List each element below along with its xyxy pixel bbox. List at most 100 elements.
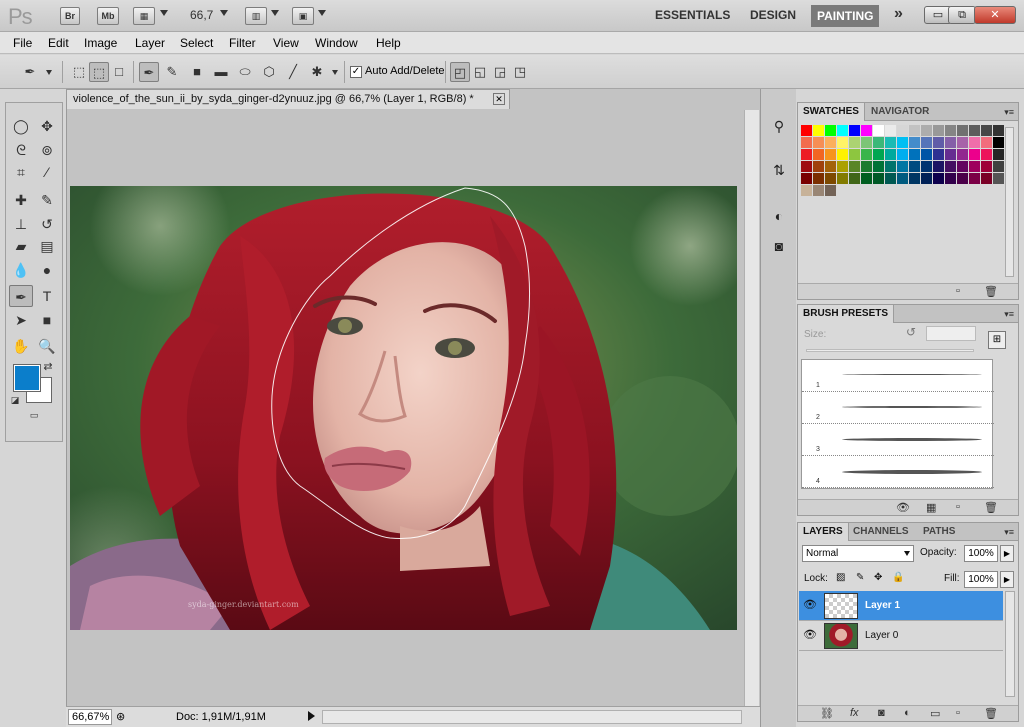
color-swatch[interactable] <box>813 137 824 148</box>
color-swatch[interactable] <box>897 125 908 136</box>
color-swatch[interactable] <box>981 137 992 148</box>
type-tool-icon[interactable]: T <box>35 285 59 307</box>
tab-navigator[interactable]: NAVIGATOR <box>866 103 934 121</box>
more-workspaces-icon[interactable]: » <box>894 5 903 23</box>
menu-help[interactable]: Help <box>376 36 401 50</box>
color-swatch[interactable] <box>993 173 1004 184</box>
foreground-color-swatch[interactable] <box>13 364 41 392</box>
screen-mode-button[interactable]: ▣ <box>292 7 314 25</box>
status-zoom-field[interactable]: 66,67% <box>68 709 112 725</box>
arrange-documents-button[interactable]: ▥ <box>245 7 267 25</box>
color-swatch[interactable] <box>945 137 956 148</box>
brush-preset-item[interactable]: 4 <box>802 456 994 488</box>
color-swatch[interactable] <box>909 149 920 160</box>
color-swatch[interactable] <box>993 149 1004 160</box>
tab-brush-presets[interactable]: BRUSH PRESETS <box>798 305 895 323</box>
color-swatch[interactable] <box>825 185 836 196</box>
blur-tool-icon[interactable]: 💧 <box>9 259 33 281</box>
color-swatch[interactable] <box>885 137 896 148</box>
color-swatch[interactable] <box>933 173 944 184</box>
color-swatch[interactable] <box>969 149 980 160</box>
rectangle-shape-icon[interactable]: ■ <box>187 62 207 82</box>
color-swatch[interactable] <box>873 161 884 172</box>
color-swatch[interactable] <box>885 149 896 160</box>
vertical-scrollbar[interactable] <box>744 110 759 706</box>
bridge-button[interactable]: Br <box>60 7 80 25</box>
panel-menu-icon[interactable]: ▾≡ <box>1004 309 1014 320</box>
color-swatch[interactable] <box>957 173 968 184</box>
toggle-visibility-icon[interactable]: 👁 <box>896 501 910 514</box>
crop-tool-icon[interactable]: ⌗ <box>9 161 33 183</box>
layer-effects-icon[interactable]: fx <box>850 707 859 719</box>
menu-filter[interactable]: Filter <box>229 36 256 50</box>
freeform-pen-icon[interactable]: ✎ <box>162 62 182 82</box>
color-swatch[interactable] <box>909 161 920 172</box>
document-tab[interactable]: violence_of_the_sun_ii_by_syda_ginger-d2… <box>66 89 510 109</box>
color-swatch[interactable] <box>825 149 836 160</box>
view-extras-button[interactable]: ▦ <box>133 7 155 25</box>
eyedropper-tool-icon[interactable]: ⁄ <box>35 161 59 183</box>
color-swatch[interactable] <box>885 125 896 136</box>
color-swatch[interactable] <box>861 173 872 184</box>
restore-button[interactable]: ⧉ <box>948 6 976 24</box>
color-swatch[interactable] <box>969 173 980 184</box>
color-swatch[interactable] <box>921 125 932 136</box>
hand-tool-icon[interactable]: ✋ <box>9 335 33 357</box>
color-swatch[interactable] <box>897 137 908 148</box>
exclude-path-icon[interactable]: ◳ <box>510 62 530 82</box>
color-swatch[interactable] <box>813 161 824 172</box>
pen-tool-icon[interactable]: ✒ <box>139 62 159 82</box>
color-swatch[interactable] <box>825 137 836 148</box>
brush-size-input[interactable] <box>926 326 976 341</box>
color-swatch[interactable] <box>945 125 956 136</box>
custom-shape-icon[interactable]: ✱ <box>307 62 327 82</box>
color-swatch[interactable] <box>849 149 860 160</box>
color-swatch[interactable] <box>885 173 896 184</box>
default-colors-icon[interactable]: ◪ <box>8 393 22 407</box>
shape-layers-icon[interactable]: ⬚ <box>69 62 89 82</box>
color-swatch[interactable] <box>873 173 884 184</box>
swap-colors-icon[interactable]: ⇄ <box>40 359 56 375</box>
color-swatch[interactable] <box>801 125 812 136</box>
panel-menu-icon[interactable]: ▾≡ <box>1004 527 1014 538</box>
layers-scrollbar[interactable] <box>1005 591 1015 697</box>
new-preset-icon[interactable]: ▫ <box>956 501 960 513</box>
color-swatch[interactable] <box>837 137 848 148</box>
menu-window[interactable]: Window <box>315 36 358 50</box>
masks-panel-icon[interactable]: ◙ <box>768 235 790 257</box>
color-swatch[interactable] <box>969 161 980 172</box>
path-selection-tool-icon[interactable]: ➤ <box>9 309 33 331</box>
color-swatch[interactable] <box>813 173 824 184</box>
color-swatch[interactable] <box>933 125 944 136</box>
new-layer-icon[interactable]: ▫ <box>956 707 960 719</box>
color-swatch[interactable] <box>933 161 944 172</box>
paths-mode-icon[interactable]: ⬚ <box>89 62 109 82</box>
color-swatch[interactable] <box>825 125 836 136</box>
fill-input[interactable]: 100% <box>964 571 998 588</box>
opacity-input[interactable]: 100% <box>964 545 998 562</box>
lock-transparent-icon[interactable]: ▨ <box>836 572 845 583</box>
color-swatch[interactable] <box>981 149 992 160</box>
color-swatch[interactable] <box>969 125 980 136</box>
document-canvas[interactable]: syda-ginger.deviantart.com <box>70 186 737 630</box>
menu-layer[interactable]: Layer <box>135 36 165 50</box>
color-swatch[interactable] <box>921 161 932 172</box>
close-document-icon[interactable]: ✕ <box>493 93 505 105</box>
brush-tool-icon[interactable]: ✎ <box>35 189 59 211</box>
rectangle-tool-icon[interactable]: ■ <box>35 309 59 331</box>
color-swatch[interactable] <box>873 125 884 136</box>
menu-select[interactable]: Select <box>180 36 213 50</box>
color-swatch[interactable] <box>861 149 872 160</box>
brush-preset-item[interactable]: 3 <box>802 424 994 456</box>
color-swatch[interactable] <box>813 149 824 160</box>
color-swatch[interactable] <box>909 125 920 136</box>
workspace-painting[interactable]: PAINTING <box>811 5 880 27</box>
menu-file[interactable]: File <box>13 36 32 50</box>
tool-preset-pen-icon[interactable]: ✒ <box>20 62 40 82</box>
color-swatch[interactable] <box>837 173 848 184</box>
workspace-design[interactable]: DESIGN <box>750 8 796 22</box>
layer-row-layer-1[interactable]: 👁 Layer 1 <box>799 591 1003 621</box>
color-swatch[interactable] <box>909 173 920 184</box>
status-menu-arrow-icon[interactable] <box>308 711 315 721</box>
quick-mask-icon[interactable]: ▭ <box>22 411 46 420</box>
